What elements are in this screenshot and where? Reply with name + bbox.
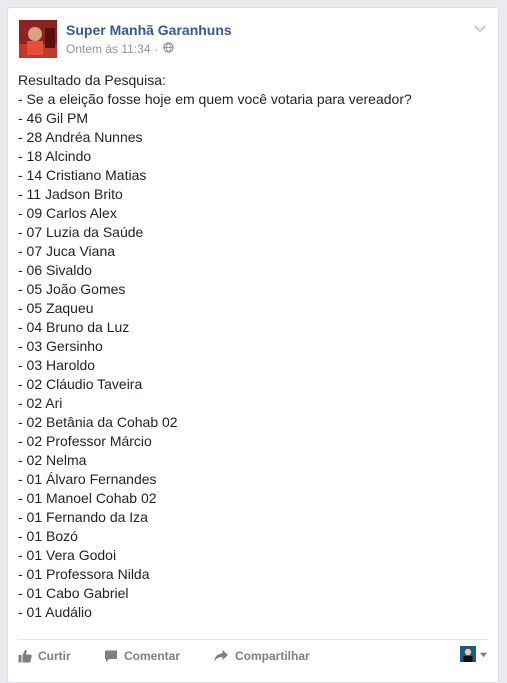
post-timestamp[interactable]: Ontem às 11:34 — [66, 42, 151, 56]
post-line: - 46 Gil PM — [18, 110, 89, 126]
share-button[interactable]: Compartilhar — [213, 646, 310, 666]
comment-label: Comentar — [124, 649, 181, 663]
post-line: - 01 Professora Nilda — [18, 566, 150, 582]
page-name-link[interactable]: Super Manhã Garanhuns — [66, 22, 232, 38]
caret-down-icon — [479, 652, 488, 657]
post-line: - 01 Cabo Gabriel — [18, 585, 129, 601]
like-button[interactable]: Curtir — [18, 646, 71, 666]
post-line: - 04 Bruno da Luz — [18, 319, 130, 335]
post-line: - 18 Alcindo — [18, 148, 92, 164]
speech-bubble-icon — [105, 650, 117, 662]
post-line: - Se a eleição fosse hoje em quem você v… — [18, 91, 412, 107]
post-line: - 01 Álvaro Fernandes — [18, 471, 157, 487]
post-card: Super Manhã Garanhuns Ontem às 11:34 · R… — [7, 7, 499, 683]
post-line: - 05 Zaqueu — [18, 300, 94, 316]
post-line: - 01 Bozó — [18, 528, 78, 544]
post-line: - 07 Luzia da Saúde — [18, 224, 144, 240]
post-line: - 06 Sivaldo — [18, 262, 92, 278]
post-line: - 02 Ari — [18, 395, 63, 411]
share-arrow-icon — [214, 650, 228, 662]
post-line: - 03 Haroldo — [18, 357, 96, 373]
profile-switcher[interactable] — [460, 646, 488, 662]
post-line: - 02 Nelma — [18, 452, 87, 468]
post-line: - 01 Fernando da Iza — [18, 509, 148, 525]
post-line: - 03 Gersinho — [18, 338, 103, 354]
post-line: - 02 Betânia da Cohab 02 — [18, 414, 178, 430]
like-label: Curtir — [38, 649, 71, 663]
post-line: - 01 Audálio — [18, 604, 92, 620]
mini-avatar — [460, 646, 476, 662]
action-bar: Curtir Comentar Compartilhar — [18, 646, 490, 666]
post-line: - 09 Carlos Alex — [18, 205, 117, 221]
post-line: Resultado da Pesquisa: — [18, 72, 166, 88]
post-line: - 05 João Gomes — [18, 281, 126, 297]
post-line: - 01 Manoel Cohab 02 — [18, 490, 157, 506]
post-meta: Ontem às 11:34 · — [66, 42, 174, 56]
post-text: Resultado da Pesquisa: - Se a eleição fos… — [18, 71, 412, 622]
thumbs-up-icon — [18, 649, 32, 663]
action-divider — [18, 639, 488, 640]
meta-separator: · — [154, 42, 159, 56]
share-label: Compartilhar — [235, 649, 310, 663]
comment-button[interactable]: Comentar — [104, 646, 180, 666]
post-line: - 02 Professor Márcio — [18, 433, 152, 449]
post-line: - 01 Vera Godoi — [18, 547, 117, 563]
globe-icon[interactable] — [162, 42, 174, 56]
post-line: - 07 Juca Viana — [18, 243, 116, 259]
post-line: - 02 Cláudio Taveira — [18, 376, 143, 392]
page-avatar-image — [19, 20, 57, 58]
post-line: - 28 Andréa Nunnes — [18, 129, 143, 145]
chevron-down-icon[interactable] — [472, 20, 488, 36]
post-line: - 14 Cristiano Matias — [18, 167, 147, 183]
post-line: - 11 Jadson Brito — [18, 186, 123, 202]
page-avatar[interactable] — [19, 20, 57, 58]
